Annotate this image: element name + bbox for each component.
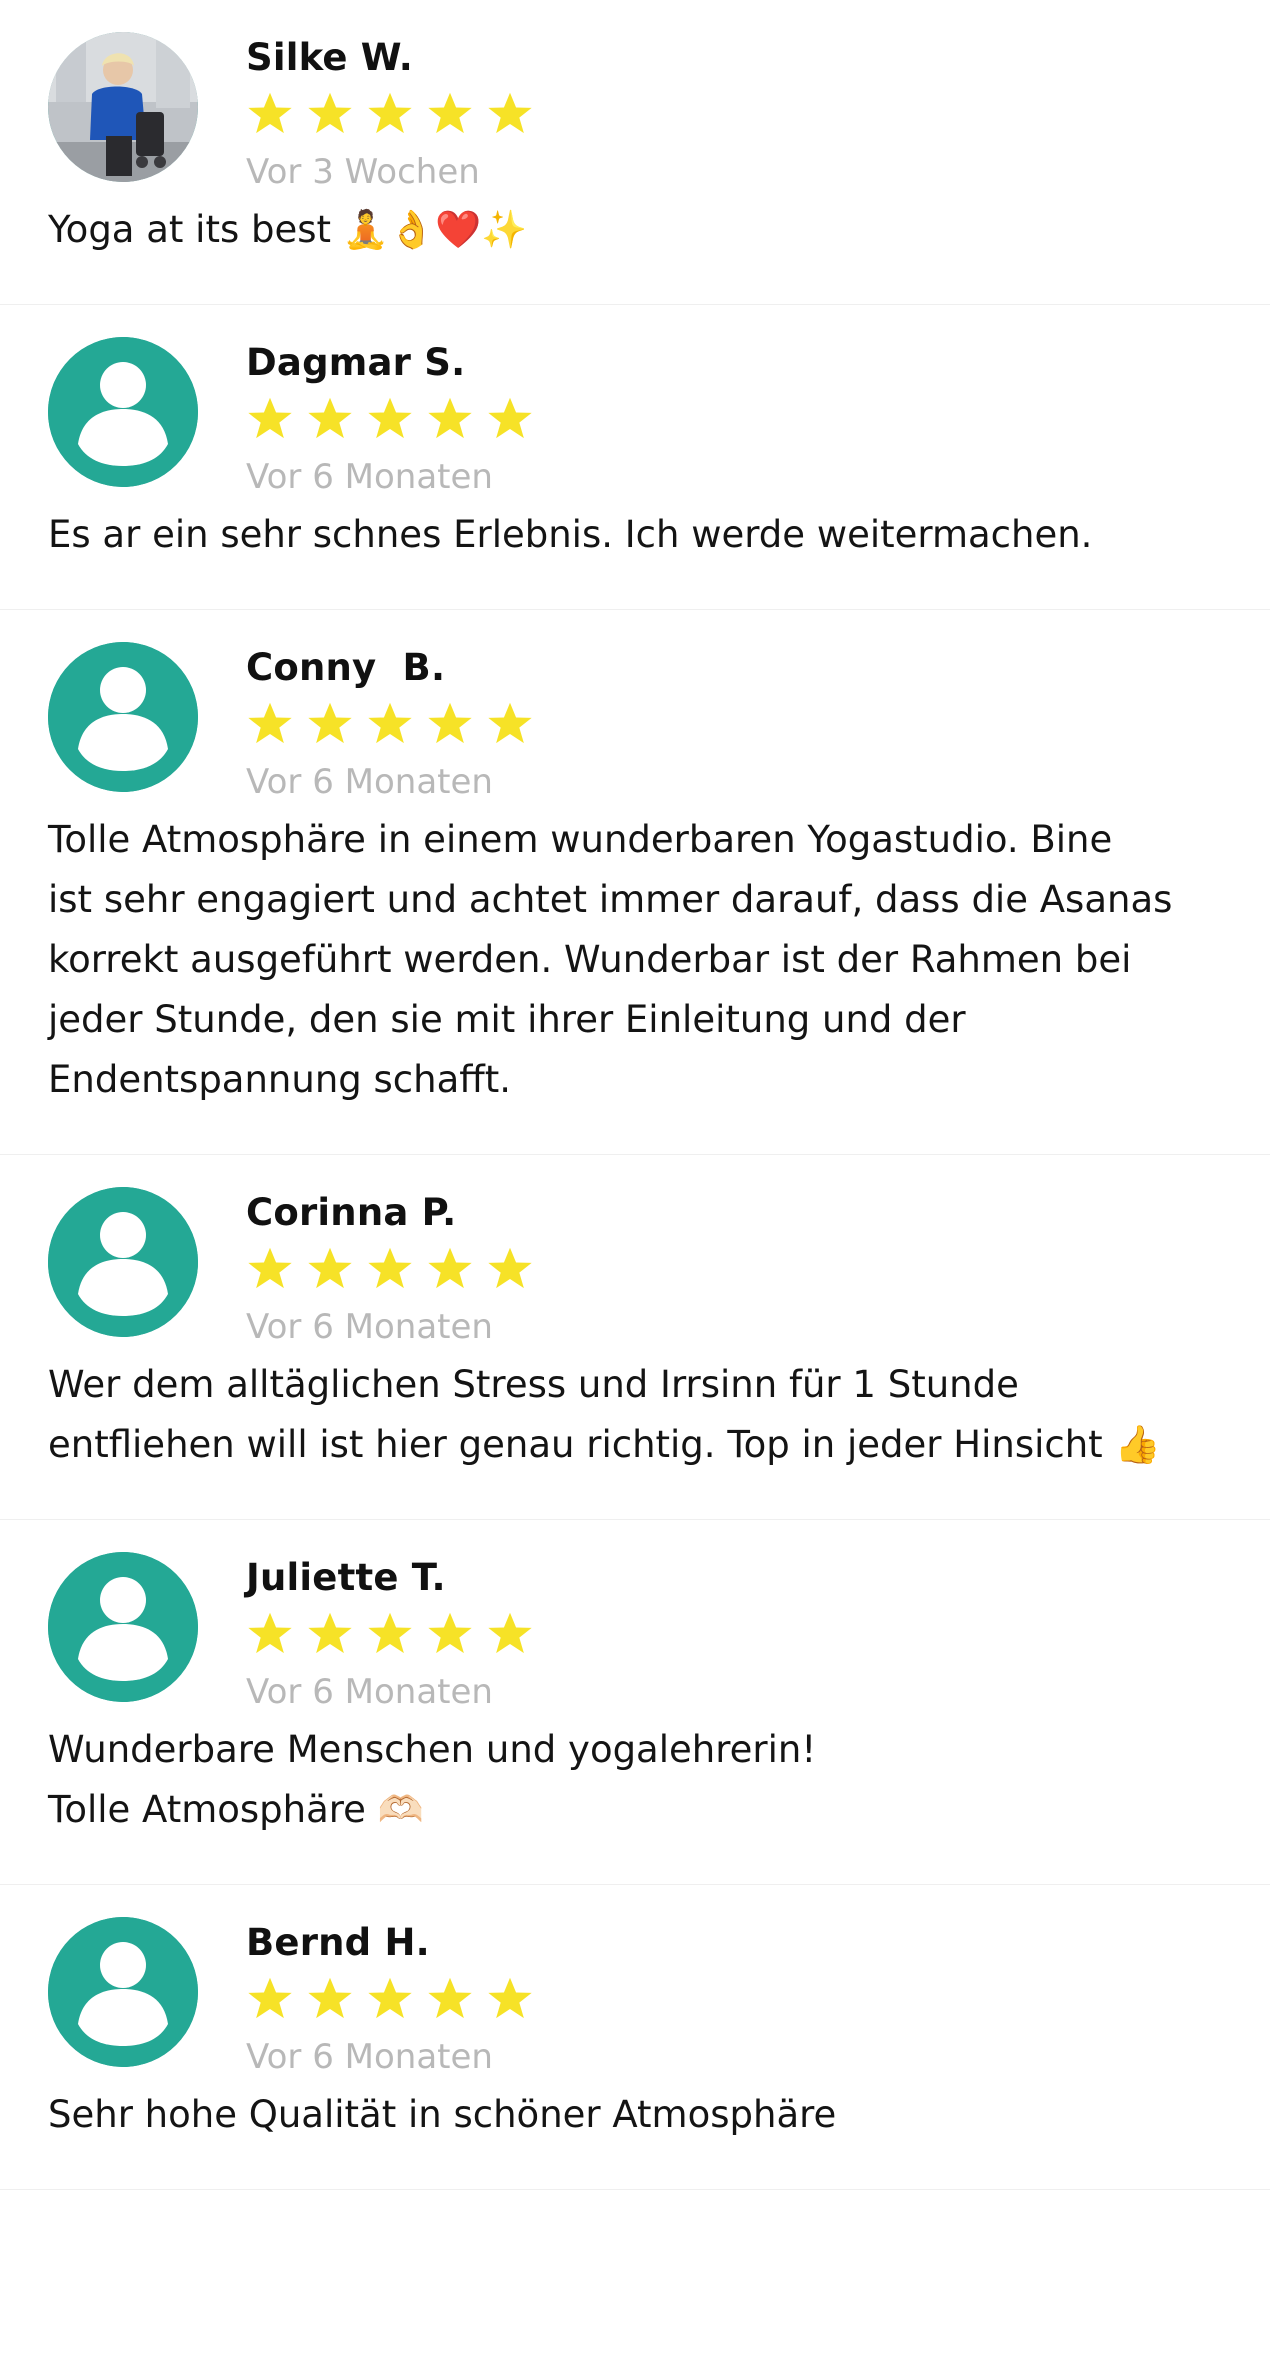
review-header: Dagmar S. Vor 6 Monaten [48,337,1222,505]
star-icon [368,702,412,744]
star-rating [244,1973,536,2025]
star-icon [248,92,292,134]
star-icon [368,1612,412,1654]
star-icon [428,92,472,134]
star-icon [308,92,352,134]
star-icon [308,1977,352,2019]
reviewer-name: Dagmar S. [246,341,466,384]
user-silhouette-icon [48,1187,198,1337]
star-icon [308,397,352,439]
star-icon [308,1612,352,1654]
review-date: Vor 3 Wochen [246,152,480,192]
review-text: Yoga at its best 🧘👌❤️✨ [48,208,528,251]
star-icon [368,1977,412,2019]
star-icon [248,1977,292,2019]
star-icon [368,1247,412,1289]
review-header: Corinna P. Vor 6 Monaten [48,1187,1222,1355]
review-text: Sehr hohe Qualität in schöner Atmosphäre [48,2093,837,2136]
star-icon [488,1247,532,1289]
review-date: Vor 6 Monaten [246,457,493,497]
star-rating [244,698,536,750]
review-date: Vor 6 Monaten [246,2037,493,2077]
review-header: Bernd H. Vor 6 Monaten [48,1917,1222,2085]
review-item: Bernd H. Vor 6 Monaten Sehr hohe Qualität … [0,1885,1270,2190]
reviewer-name: Silke W. [246,36,414,79]
review-text: Wer dem alltäglichen Stress und Irrsinn … [48,1363,1161,1466]
star-icon [308,1247,352,1289]
star-icon [428,397,472,439]
user-photo-avatar [48,32,198,182]
star-rating [244,393,536,445]
avatar [48,1917,198,2067]
star-icon [368,92,412,134]
star-icon [248,1612,292,1654]
review-header: Silke W. Vor 3 Wochen [48,32,1222,200]
star-icon [428,702,472,744]
star-icon [488,92,532,134]
review-list: Silke W. Vor 3 Wochen Yoga at its best 🧘👌❤… [0,0,1270,2190]
review-date: Vor 6 Monaten [246,1672,493,1712]
avatar [48,32,198,182]
star-icon [428,1612,472,1654]
user-silhouette-icon [48,1917,198,2067]
star-rating [244,1608,536,1660]
review-item: Dagmar S. Vor 6 Monaten Es ar ein sehr sch… [0,305,1270,610]
review-item: Corinna P. Vor 6 Monaten Wer dem alltäglic… [0,1155,1270,1520]
review-text: Wunderbare Menschen und yogalehrerin! To… [48,1728,817,1831]
star-icon [428,1247,472,1289]
avatar [48,1187,198,1337]
star-icon [248,1247,292,1289]
user-silhouette-icon [48,1552,198,1702]
reviewer-name: Juliette T. [246,1556,446,1599]
review-header: Conny B. Vor 6 Monaten [48,642,1222,810]
review-date: Vor 6 Monaten [246,1307,493,1347]
star-icon [488,1612,532,1654]
review-text: Tolle Atmosphäre in einem wunderbaren Yo… [48,818,1173,1101]
review-item: Conny B. Vor 6 Monaten Tolle Atmosphäre in… [0,610,1270,1155]
star-icon [488,397,532,439]
reviewer-name: Bernd H. [246,1921,430,1964]
user-silhouette-icon [48,642,198,792]
reviewer-name: Corinna P. [246,1191,457,1234]
star-rating [244,1243,536,1295]
star-icon [368,397,412,439]
avatar [48,337,198,487]
review-item: Silke W. Vor 3 Wochen Yoga at its best 🧘👌❤… [0,0,1270,305]
star-icon [428,1977,472,2019]
review-date: Vor 6 Monaten [246,762,493,802]
star-rating [244,88,536,140]
star-icon [248,397,292,439]
star-icon [308,702,352,744]
star-icon [248,702,292,744]
avatar [48,642,198,792]
review-item: Juliette T. Vor 6 Monaten Wunderbare Mensc… [0,1520,1270,1885]
star-icon [488,702,532,744]
review-header: Juliette T. Vor 6 Monaten [48,1552,1222,1720]
review-text: Es ar ein sehr schnes Erlebnis. Ich werd… [48,513,1093,556]
star-icon [488,1977,532,2019]
avatar [48,1552,198,1702]
user-silhouette-icon [48,337,198,487]
reviewer-name: Conny B. [246,646,446,689]
